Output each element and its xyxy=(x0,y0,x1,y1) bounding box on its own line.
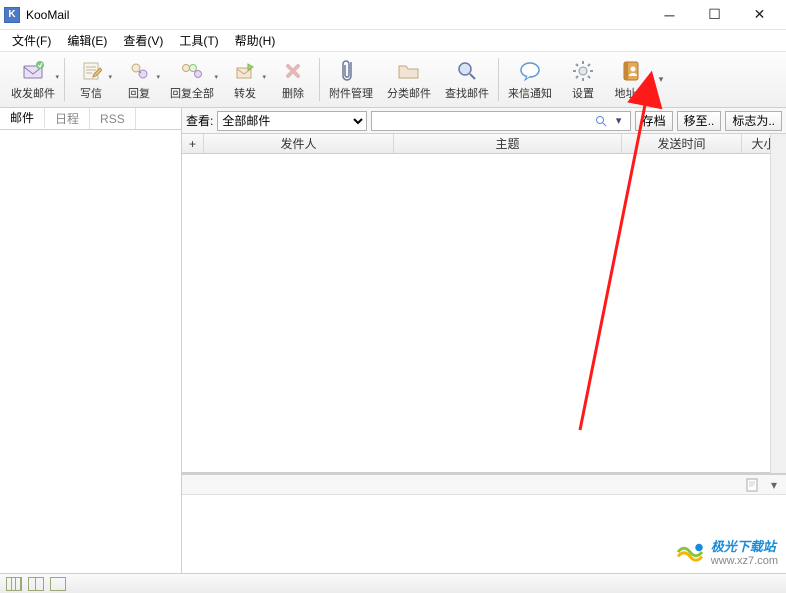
list-body[interactable] xyxy=(182,154,786,473)
markas-button[interactable]: 标志为.. xyxy=(725,111,782,131)
preview-page-icon[interactable] xyxy=(744,478,760,492)
watermark-brand: 极光下载站 xyxy=(711,539,776,554)
compose-icon xyxy=(78,58,104,84)
window-controls: ─ ☐ ✕ xyxy=(647,1,782,29)
reply-all-icon xyxy=(179,58,205,84)
list-header: + 发件人 主题 发送时间 大小 xyxy=(182,134,786,154)
column-date[interactable]: 发送时间 xyxy=(622,134,742,153)
menu-edit[interactable]: 编辑(E) xyxy=(59,30,115,51)
preview-dropdown-icon[interactable]: ▾ xyxy=(766,478,782,492)
folder-icon xyxy=(396,58,422,84)
filter-bar: 查看: 全部邮件 ▾ 存档 移至.. 标志为.. xyxy=(182,108,786,134)
delete-button[interactable]: 删除 xyxy=(269,54,317,105)
menu-tool[interactable]: 工具(T) xyxy=(171,30,226,51)
chat-bubble-icon xyxy=(517,58,543,84)
view-select[interactable]: 全部邮件 xyxy=(217,111,367,131)
tab-mail[interactable]: 邮件 xyxy=(0,108,45,129)
watermark: 极光下载站 www.xz7.com xyxy=(675,536,778,567)
settings-button[interactable]: 设置 xyxy=(559,54,607,105)
message-list: + 发件人 主题 发送时间 大小 xyxy=(182,134,786,473)
notify-button[interactable]: 来信通知 xyxy=(501,54,559,105)
receive-button[interactable]: 收发邮件 ▾ xyxy=(4,54,62,105)
attachment-icon xyxy=(338,58,364,84)
attachment-button[interactable]: 附件管理 xyxy=(322,54,380,105)
toolbar-divider xyxy=(319,58,320,101)
view-label: 查看: xyxy=(186,112,213,129)
delete-icon xyxy=(280,58,306,84)
classify-button[interactable]: 分类邮件 xyxy=(380,54,438,105)
menu-help[interactable]: 帮助(H) xyxy=(227,30,284,51)
layout-columns-icon[interactable] xyxy=(6,577,22,591)
reply-all-button[interactable]: 回复全部 ▾ xyxy=(163,54,221,105)
sidebar-body xyxy=(0,130,181,573)
search-icon xyxy=(454,58,480,84)
maximize-button[interactable]: ☐ xyxy=(692,1,737,29)
reply-button[interactable]: 回复 ▾ xyxy=(115,54,163,105)
search-icon[interactable] xyxy=(592,115,610,127)
vertical-scrollbar[interactable] xyxy=(770,134,786,473)
tab-calendar[interactable]: 日程 xyxy=(45,108,90,129)
watermark-url: www.xz7.com xyxy=(711,555,778,567)
watermark-icon xyxy=(675,537,705,567)
window-title: KooMail xyxy=(26,8,647,22)
column-from[interactable]: 发件人 xyxy=(204,134,394,153)
toolbar-divider xyxy=(498,58,499,101)
status-bar xyxy=(0,573,786,593)
app-icon: K xyxy=(4,7,20,23)
mail-sync-icon xyxy=(20,58,46,84)
sidebar: 邮件 日程 RSS xyxy=(0,108,182,573)
search-box[interactable]: ▾ xyxy=(371,111,630,131)
layout-single-icon[interactable] xyxy=(50,577,66,591)
tab-rss[interactable]: RSS xyxy=(90,108,136,129)
search-dropdown[interactable]: ▾ xyxy=(610,114,628,127)
reply-icon xyxy=(126,58,152,84)
content-area: 查看: 全部邮件 ▾ 存档 移至.. 标志为.. + 发件人 主题 发送时间 大… xyxy=(182,108,786,573)
sidebar-tabs: 邮件 日程 RSS xyxy=(0,108,181,130)
menu-file[interactable]: 文件(F) xyxy=(4,30,59,51)
toolbar-expand[interactable]: ▾ xyxy=(655,54,667,105)
toolbar: 收发邮件 ▾ 写信 ▾ 回复 ▾ 回复全部 ▾ 转发 ▾ 删除 xyxy=(0,52,786,108)
minimize-button[interactable]: ─ xyxy=(647,1,692,29)
menu-bar: 文件(F) 编辑(E) 查看(V) 工具(T) 帮助(H) xyxy=(0,30,786,52)
main-area: 邮件 日程 RSS 查看: 全部邮件 ▾ 存档 移至.. 标志为.. xyxy=(0,108,786,573)
addressbook-button[interactable]: 地址簿 xyxy=(607,54,655,105)
addressbook-icon xyxy=(618,58,644,84)
column-subject[interactable]: 主题 xyxy=(394,134,622,153)
search-input[interactable] xyxy=(374,114,591,128)
menu-view[interactable]: 查看(V) xyxy=(115,30,171,51)
close-button[interactable]: ✕ xyxy=(737,1,782,29)
forward-button[interactable]: 转发 ▾ xyxy=(221,54,269,105)
title-bar: K KooMail ─ ☐ ✕ xyxy=(0,0,786,30)
preview-toolbar: ▾ xyxy=(182,475,786,495)
column-expand[interactable]: + xyxy=(182,134,204,153)
forward-icon xyxy=(232,58,258,84)
find-button[interactable]: 查找邮件 xyxy=(438,54,496,105)
moveto-button[interactable]: 移至.. xyxy=(677,111,722,131)
toolbar-divider xyxy=(64,58,65,101)
layout-split-icon[interactable] xyxy=(28,577,44,591)
archive-button[interactable]: 存档 xyxy=(635,111,673,131)
compose-button[interactable]: 写信 ▾ xyxy=(67,54,115,105)
gear-icon xyxy=(570,58,596,84)
